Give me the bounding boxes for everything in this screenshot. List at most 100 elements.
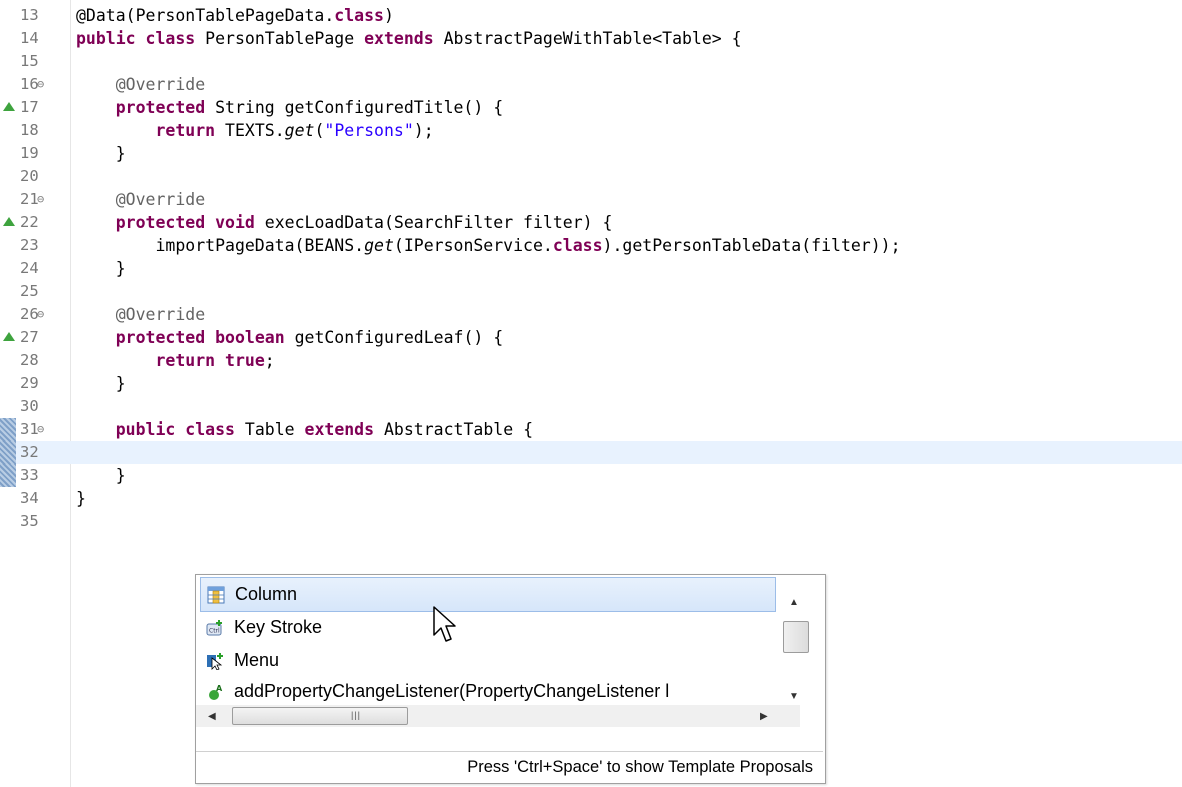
- code-line[interactable]: 24 }: [0, 257, 1182, 280]
- code-token: (: [314, 121, 325, 140]
- code-token: @Override: [76, 75, 206, 94]
- code-text: public class Table extends AbstractTable…: [76, 418, 533, 441]
- line-number: 35: [20, 512, 39, 530]
- code-token: "Persons": [324, 121, 414, 140]
- code-line[interactable]: 31 ⊖ public class Table extends AbstractT…: [0, 418, 1182, 441]
- scroll-right-icon[interactable]: ▶: [760, 711, 768, 722]
- override-triangle-icon[interactable]: [3, 217, 15, 226]
- proposal-item-key-stroke[interactable]: Ctrl Key Stroke: [200, 611, 776, 644]
- code-token: void: [215, 213, 255, 232]
- code-token: AbstractTable {: [374, 420, 534, 439]
- code-line[interactable]: 35: [0, 510, 1182, 533]
- line-number: 30: [20, 397, 39, 415]
- line-number: 23: [20, 236, 39, 254]
- code-text: @Override: [76, 303, 205, 326]
- code-line[interactable]: 22 protected void execLoadData(SearchFil…: [0, 211, 1182, 234]
- code-line[interactable]: 28 return true;: [0, 349, 1182, 372]
- code-line[interactable]: 23 importPageData(BEANS.get(IPersonServi…: [0, 234, 1182, 257]
- code-line[interactable]: 16 ⊖ @Override: [0, 73, 1182, 96]
- proposal-label: Column: [235, 584, 298, 604]
- code-token: extends: [304, 420, 375, 439]
- content-assist-popup[interactable]: Column Ctrl Key Stroke Menu A addPropert: [195, 574, 826, 784]
- code-token: get: [364, 236, 394, 255]
- code-token: }: [76, 374, 126, 393]
- code-line[interactable]: 30: [0, 395, 1182, 418]
- code-token: String getConfiguredTitle() {: [205, 98, 504, 117]
- line-number: 18: [20, 121, 39, 139]
- proposal-item-add-property-change-listener[interactable]: A addPropertyChangeListener(PropertyChan…: [200, 675, 776, 705]
- change-marker: [0, 441, 16, 464]
- proposal-label: addPropertyChangeListener(PropertyChange…: [234, 681, 670, 701]
- code-token: getConfiguredLeaf() {: [284, 328, 504, 347]
- code-line[interactable]: 18 return TEXTS.get("Persons");: [0, 119, 1182, 142]
- template-proposals-hint: Press 'Ctrl+Space' to show Template Prop…: [196, 751, 823, 781]
- code-token: @Data(PersonTablePageData.: [76, 6, 335, 25]
- proposal-label: Key Stroke: [234, 617, 323, 637]
- proposal-item-column[interactable]: Column: [200, 577, 776, 612]
- override-triangle-icon[interactable]: [3, 332, 15, 341]
- fold-toggle-icon[interactable]: ⊖: [37, 303, 44, 326]
- code-text: protected void execLoadData(SearchFilter…: [76, 211, 613, 234]
- code-token: AbstractPageWithTable<Table> {: [433, 29, 742, 48]
- code-token: public: [115, 420, 176, 439]
- code-line[interactable]: 27 protected boolean getConfiguredLeaf()…: [0, 326, 1182, 349]
- line-number: 28: [20, 351, 39, 369]
- proposal-list[interactable]: Column Ctrl Key Stroke Menu A addPropert: [196, 575, 781, 705]
- code-token: class: [185, 420, 235, 439]
- code-line[interactable]: 14 public class PersonTablePage extends A…: [0, 27, 1182, 50]
- code-text: public class PersonTablePage extends Abs…: [76, 27, 742, 50]
- line-number: 25: [20, 282, 39, 300]
- code-line[interactable]: 15: [0, 50, 1182, 73]
- line-number: 14: [20, 29, 39, 47]
- proposal-item-menu[interactable]: Menu: [200, 644, 776, 677]
- grip-icon: |||: [351, 710, 362, 720]
- code-line[interactable]: 32: [0, 441, 1182, 464]
- code-line[interactable]: 33 }: [0, 464, 1182, 487]
- code-token: extends: [364, 29, 434, 48]
- line-number: 34: [20, 489, 39, 507]
- override-triangle-icon[interactable]: [3, 102, 15, 111]
- scroll-left-icon[interactable]: ◀: [208, 711, 216, 722]
- line-number: 13: [20, 6, 39, 24]
- code-token: return: [155, 351, 216, 370]
- code-token: class: [145, 29, 196, 48]
- line-number: 19: [20, 144, 39, 162]
- code-token: Table: [234, 420, 305, 439]
- code-text: importPageData(BEANS.get(IPersonService.…: [76, 234, 901, 257]
- scroll-down-icon[interactable]: ▼: [789, 691, 799, 702]
- code-line[interactable]: 26 ⊖ @Override: [0, 303, 1182, 326]
- fold-toggle-icon[interactable]: ⊖: [37, 188, 44, 211]
- code-line[interactable]: 29 }: [0, 372, 1182, 395]
- code-token: ).getPersonTableData(filter));: [602, 236, 901, 255]
- line-number: 15: [20, 52, 39, 70]
- code-text: @Data(PersonTablePageData.class): [76, 4, 394, 27]
- line-number: 22: [20, 213, 39, 231]
- code-token: protected: [115, 328, 206, 347]
- code-line[interactable]: 21 ⊖ @Override: [0, 188, 1182, 211]
- code-token: );: [413, 121, 434, 140]
- scroll-up-icon[interactable]: ▲: [789, 597, 799, 608]
- line-number: 17: [20, 98, 39, 116]
- code-line[interactable]: 25: [0, 280, 1182, 303]
- code-line[interactable]: 20: [0, 165, 1182, 188]
- horizontal-scroll-thumb[interactable]: |||: [232, 707, 408, 725]
- code-token: return: [155, 121, 216, 140]
- line-number: 29: [20, 374, 39, 392]
- code-token: protected: [115, 98, 206, 117]
- code-text: return TEXTS.get("Persons");: [76, 119, 434, 142]
- line-number: 33: [20, 466, 39, 484]
- fold-toggle-icon[interactable]: ⊖: [37, 418, 44, 441]
- code-line[interactable]: 19 }: [0, 142, 1182, 165]
- code-line[interactable]: 34}: [0, 487, 1182, 510]
- vertical-scroll-thumb[interactable]: [783, 621, 809, 653]
- svg-text:Ctrl: Ctrl: [209, 628, 220, 635]
- code-line[interactable]: 17 protected String getConfiguredTitle()…: [0, 96, 1182, 119]
- code-line[interactable]: 13 @Data(PersonTablePageData.class): [0, 4, 1182, 27]
- fold-toggle-icon[interactable]: ⊖: [37, 73, 44, 96]
